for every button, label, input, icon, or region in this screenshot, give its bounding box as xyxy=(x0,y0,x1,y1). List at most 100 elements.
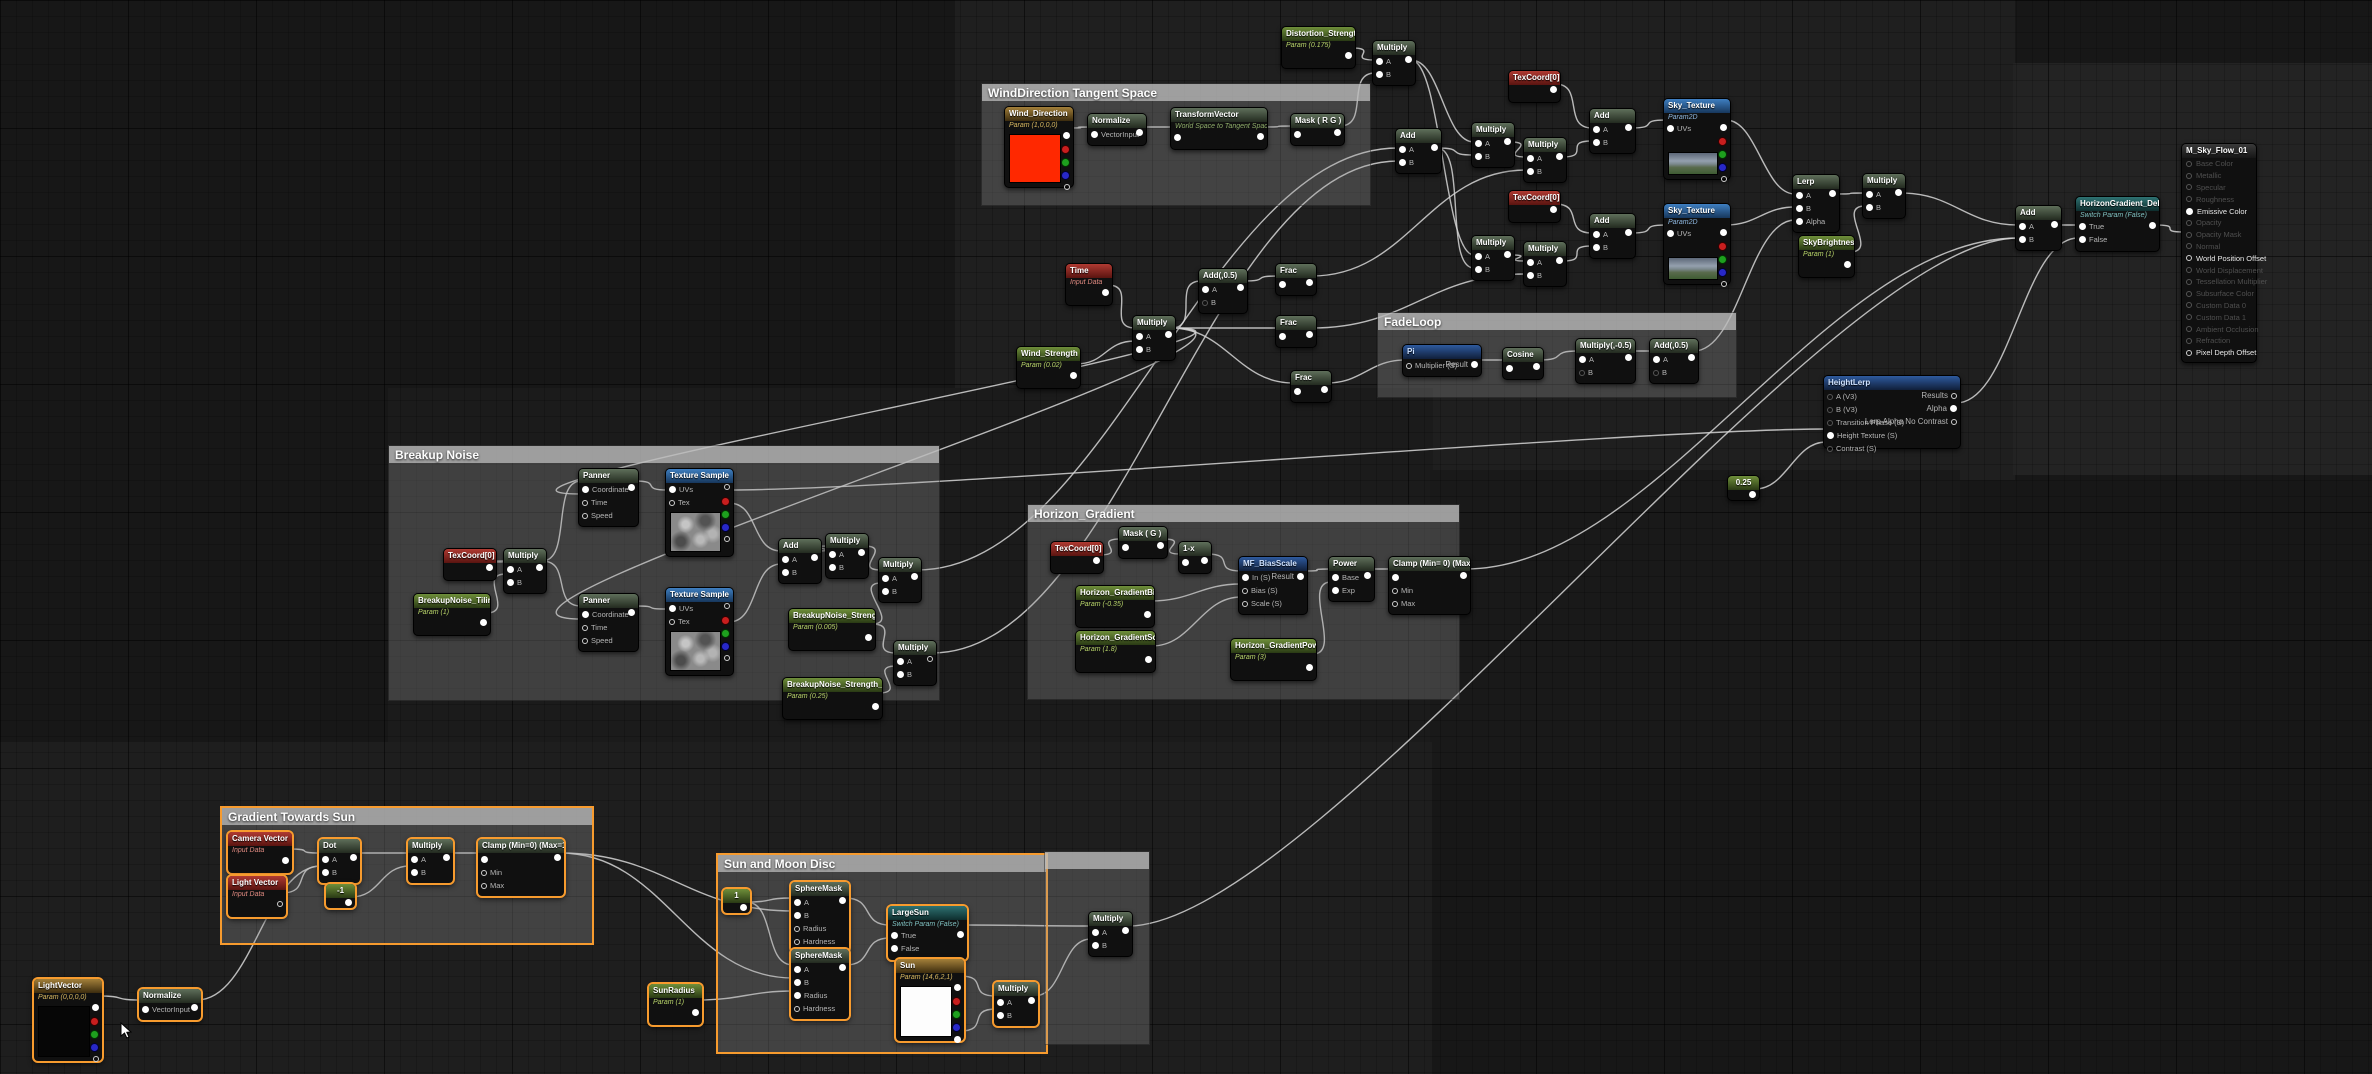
output-pin-row[interactable] xyxy=(1844,261,1851,268)
comment-title[interactable]: WindDirection Tangent Space xyxy=(982,84,1370,101)
input-pin-row[interactable]: Bias (S) xyxy=(1239,584,1307,597)
pin[interactable] xyxy=(90,1030,99,1039)
pin[interactable] xyxy=(2186,232,2192,238)
input-pin-row[interactable]: Max xyxy=(478,879,564,892)
input-pin-row[interactable]: B xyxy=(1373,68,1415,81)
output-pin-row[interactable] xyxy=(1625,229,1632,236)
output-pin-row[interactable] xyxy=(282,857,289,864)
pin[interactable] xyxy=(1406,363,1412,369)
connected-pin[interactable] xyxy=(191,1004,198,1011)
connected-pin[interactable] xyxy=(1625,229,1632,236)
connected-pin[interactable] xyxy=(1157,542,1164,549)
connected-pin[interactable] xyxy=(282,857,289,864)
output-pin-row[interactable] xyxy=(345,899,352,906)
node-breakupnoise-strength-fade[interactable]: BreakupNoise_Strength_FadeParam (0.25) xyxy=(782,677,883,720)
node-spheremask-1[interactable]: SphereMaskABRadiusHardness xyxy=(790,881,850,953)
node-lerp-sky[interactable]: LerpABAlpha xyxy=(1792,174,1840,233)
connected-pin[interactable] xyxy=(1667,125,1674,132)
pin[interactable] xyxy=(724,603,730,609)
output-pin-row[interactable] xyxy=(1720,124,1727,131)
input-pin-row[interactable]: Time xyxy=(579,621,638,634)
pin[interactable] xyxy=(1721,176,1727,182)
pin[interactable] xyxy=(1061,145,1070,154)
node-add-half-time[interactable]: Add(,0.5)AB xyxy=(1198,268,1248,314)
output-pin-row[interactable] xyxy=(1136,129,1143,136)
connected-pin[interactable] xyxy=(1720,229,1727,236)
input-pin-row[interactable]: B xyxy=(1590,241,1635,254)
connected-pin[interactable] xyxy=(811,554,818,561)
output-pin-row[interactable] xyxy=(1721,176,1727,182)
connected-pin[interactable] xyxy=(891,932,898,939)
connected-pin[interactable] xyxy=(1392,574,1399,581)
output-pin-row[interactable] xyxy=(93,1056,99,1062)
connected-pin[interactable] xyxy=(1829,190,1836,197)
connected-pin[interactable] xyxy=(692,1009,699,1016)
connected-pin[interactable] xyxy=(1504,251,1511,258)
input-pin-row[interactable]: Scale (S) xyxy=(1239,597,1307,610)
input-pin-row[interactable]: B xyxy=(1396,156,1441,169)
node-multiply-pan-1a[interactable]: MultiplyAB xyxy=(1471,122,1515,168)
node-horizon-gradientscale[interactable]: Horizon_GradientScaleParam (1.8) xyxy=(1075,630,1156,673)
output-pin-row[interactable] xyxy=(1721,281,1727,287)
connected-pin[interactable] xyxy=(1237,284,1244,291)
comment-title[interactable]: Breakup Noise xyxy=(389,446,939,463)
connected-pin[interactable] xyxy=(1827,432,1834,439)
node-largesun-switch[interactable]: LargeSunSwitch Param (False)TrueFalse xyxy=(887,905,968,961)
output-pin-row[interactable] xyxy=(1064,184,1070,190)
node-horizon-gradientpower[interactable]: Horizon_GradientPowerParam (3) xyxy=(1230,638,1317,681)
output-pin-row[interactable] xyxy=(1237,284,1244,291)
connected-pin[interactable] xyxy=(1063,132,1070,139)
node-frac-3[interactable]: Frac xyxy=(1290,370,1332,403)
pin[interactable] xyxy=(721,523,730,532)
node-graph-canvas[interactable]: WindDirection Tangent SpaceFadeLoopBreak… xyxy=(0,0,2372,1074)
pin[interactable] xyxy=(1064,184,1070,190)
pin[interactable] xyxy=(724,484,730,490)
connected-pin[interactable] xyxy=(1593,244,1600,251)
pin[interactable] xyxy=(90,1043,99,1052)
pin[interactable] xyxy=(669,619,675,625)
material-pin[interactable]: World Position Offset xyxy=(2182,252,2256,264)
output-pin-row[interactable] xyxy=(957,931,964,938)
connected-pin[interactable] xyxy=(1070,372,1077,379)
pin[interactable] xyxy=(2186,267,2192,273)
connected-pin[interactable] xyxy=(480,619,487,626)
output-pin-row[interactable] xyxy=(536,564,543,571)
connected-pin[interactable] xyxy=(740,904,747,911)
node-multiply-sun-1[interactable]: MultiplyAB xyxy=(993,981,1039,1027)
node-normalize-wind[interactable]: NormalizeVectorInput xyxy=(1087,113,1147,146)
input-pin-row[interactable]: B xyxy=(408,866,453,879)
connected-pin[interactable] xyxy=(1866,191,1873,198)
node-wind-direction[interactable]: Wind_DirectionParam (1,0,0,0) xyxy=(1004,106,1074,188)
connected-pin[interactable] xyxy=(858,549,865,556)
pin[interactable] xyxy=(2186,279,2192,285)
connected-pin[interactable] xyxy=(1294,131,1301,138)
node-sun-texture[interactable]: SunParam (14,6,2,1) xyxy=(895,958,965,1042)
connected-pin[interactable] xyxy=(486,564,493,571)
comment-title[interactable]: Horizon_Gradient xyxy=(1028,505,1459,522)
connected-pin[interactable] xyxy=(1242,574,1249,581)
connected-pin[interactable] xyxy=(829,564,836,571)
connected-pin[interactable] xyxy=(1460,572,1467,579)
pin[interactable] xyxy=(2186,184,2192,190)
input-pin-row[interactable]: B xyxy=(504,576,546,589)
output-pin-row[interactable] xyxy=(811,554,818,561)
connected-pin[interactable] xyxy=(1550,206,1557,213)
connected-pin[interactable] xyxy=(1556,257,1563,264)
connected-pin[interactable] xyxy=(1405,56,1412,63)
output-pin-row[interactable] xyxy=(1061,145,1070,154)
connected-pin[interactable] xyxy=(92,1004,99,1011)
input-pin-row[interactable]: B xyxy=(879,585,921,598)
input-pin-row[interactable]: Height Texture (S) xyxy=(1824,429,1960,442)
output-pin-row[interactable] xyxy=(724,536,730,542)
node-clamp-horizon[interactable]: Clamp (Min= 0) (Max= 1)MinMax xyxy=(1388,556,1471,615)
material-pin[interactable]: Emissive Color xyxy=(2182,205,2256,217)
connected-pin[interactable] xyxy=(1796,205,1803,212)
output-pin-row[interactable] xyxy=(1306,279,1313,286)
output-pin-row[interactable] xyxy=(1550,206,1557,213)
material-pin[interactable]: Ambient Occlusion xyxy=(2182,323,2256,335)
node-mask-rg[interactable]: Mask ( R G ) xyxy=(1290,113,1345,146)
pin[interactable] xyxy=(2186,161,2192,167)
output-pin-row[interactable] xyxy=(1306,664,1313,671)
input-pin-row[interactable]: B xyxy=(1199,296,1247,309)
node-multiply-neg-half[interactable]: Multiply(,-0.5)AB xyxy=(1575,338,1636,384)
